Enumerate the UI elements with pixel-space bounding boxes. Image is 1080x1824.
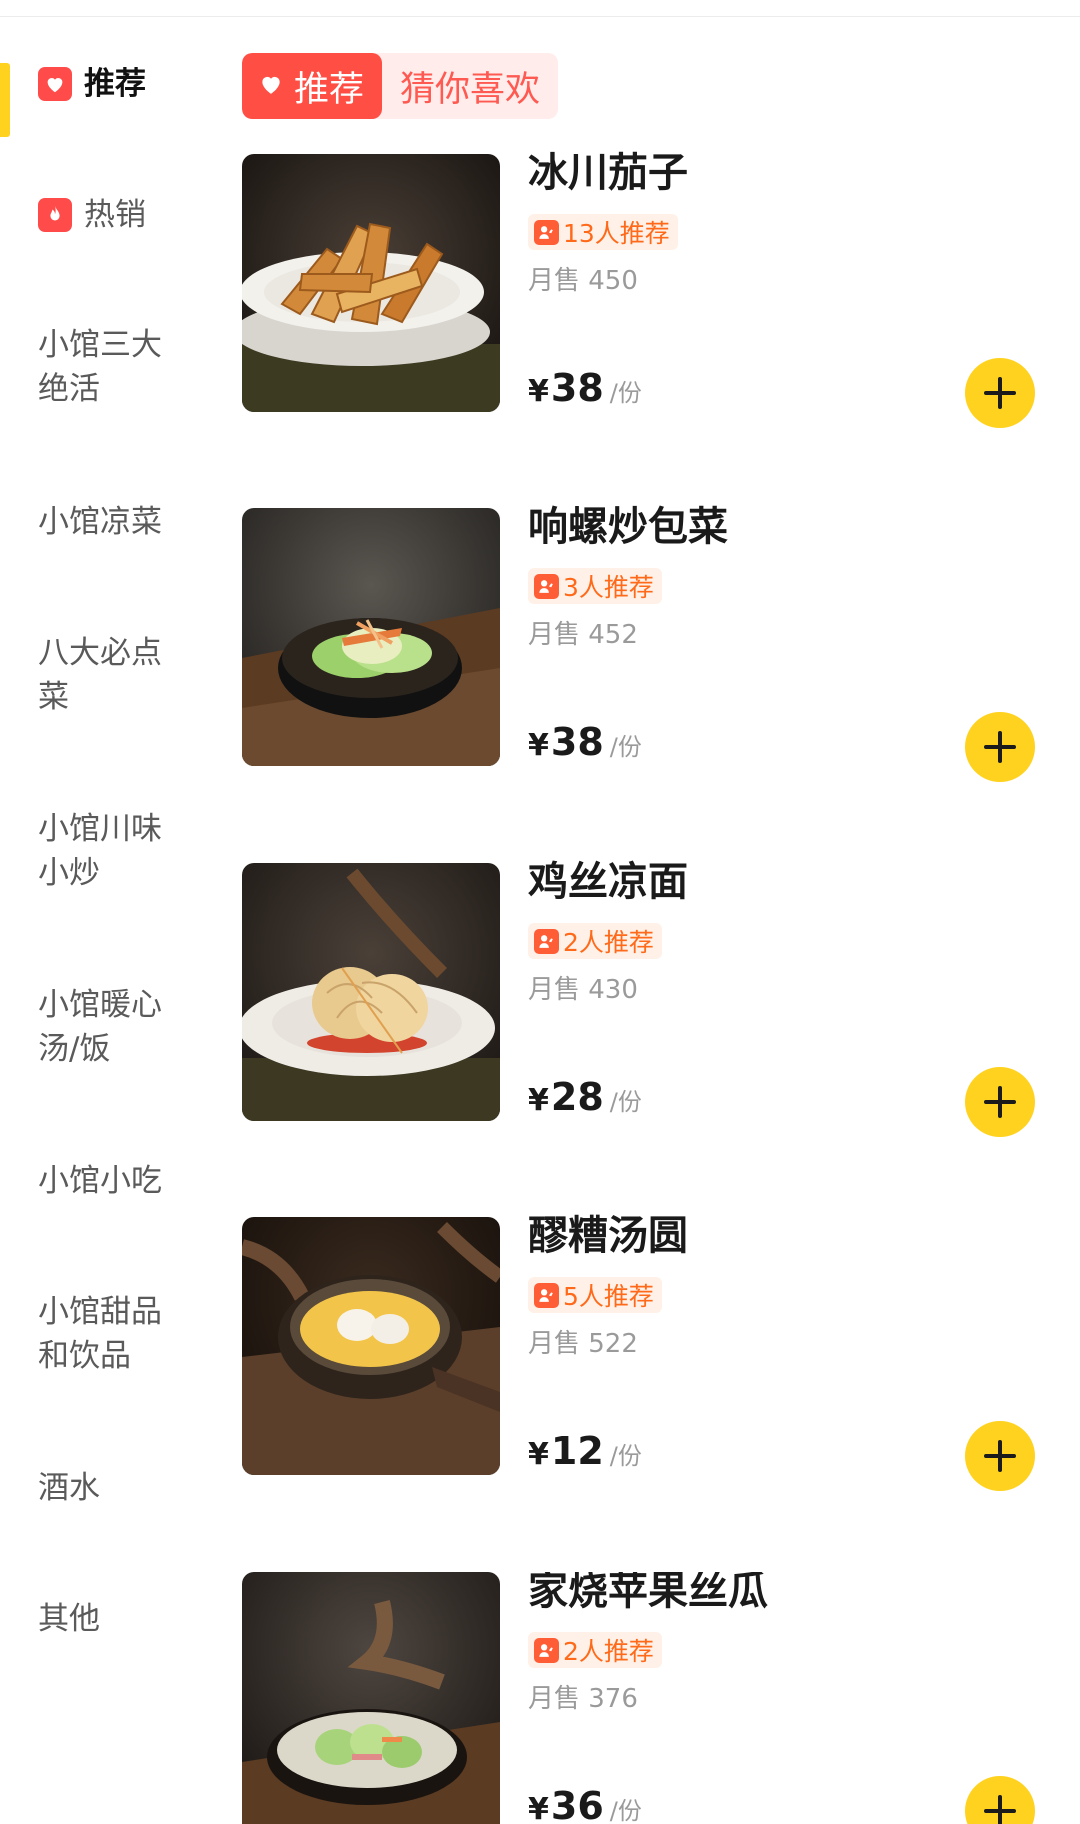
flame-icon bbox=[38, 197, 72, 232]
price: ¥ 12 /份 bbox=[528, 1429, 642, 1473]
heart-icon bbox=[258, 66, 284, 106]
monthly-sales: 月售 450 bbox=[528, 266, 638, 296]
menu-item[interactable]: 冰川茄子 13人推荐 月售 450 ¥ 38 /份 bbox=[242, 150, 1042, 428]
category-sichuan-stirfry[interactable]: 小馆川味 小炒 bbox=[38, 807, 188, 895]
category-label: 酒水 bbox=[38, 1470, 100, 1506]
recommend-text: 2人推荐 bbox=[563, 928, 654, 957]
sub-tabs: 推荐 猜你喜欢 bbox=[242, 53, 559, 119]
menu-item[interactable]: 鸡丝凉面 2人推荐 月售 430 ¥ 28 /份 bbox=[242, 859, 1042, 1137]
thumbs-up-icon bbox=[534, 1637, 559, 1663]
add-to-cart-button[interactable] bbox=[965, 712, 1035, 782]
recommend-text: 5人推荐 bbox=[563, 1282, 654, 1311]
category-hot[interactable]: 热销 bbox=[38, 191, 188, 237]
add-to-cart-button[interactable] bbox=[965, 1776, 1035, 1824]
category-cold-dishes[interactable]: 小馆凉菜 bbox=[38, 500, 188, 544]
category-must-order[interactable]: 八大必点 菜 bbox=[38, 631, 188, 719]
dish-name: 响螺炒包菜 bbox=[528, 504, 728, 550]
recommend-badge: 3人推荐 bbox=[528, 568, 662, 604]
category-label-line2: 小炒 bbox=[38, 855, 100, 891]
dish-photo bbox=[242, 863, 500, 1121]
menu-item[interactable]: 响螺炒包菜 3人推荐 月售 452 ¥ 38 /份 bbox=[242, 504, 1042, 782]
monthly-sales: 月售 376 bbox=[528, 1684, 638, 1714]
tab-label: 推荐 bbox=[294, 69, 365, 110]
recommend-badge: 5人推荐 bbox=[528, 1277, 662, 1313]
price: ¥ 36 /份 bbox=[528, 1784, 642, 1824]
currency-symbol: ¥ bbox=[528, 728, 549, 763]
price: ¥ 38 /份 bbox=[528, 720, 642, 764]
add-to-cart-button[interactable] bbox=[965, 358, 1035, 428]
category-label: 小馆暖心 bbox=[38, 987, 162, 1023]
price-unit: /份 bbox=[609, 1797, 642, 1824]
recommend-badge: 13人推荐 bbox=[528, 214, 678, 250]
dish-name: 鸡丝凉面 bbox=[528, 859, 688, 905]
price-amount: 12 bbox=[550, 1429, 604, 1473]
price-unit: /份 bbox=[609, 1442, 642, 1470]
recommend-text: 3人推荐 bbox=[563, 573, 654, 602]
dish-name: 家烧苹果丝瓜 bbox=[528, 1572, 768, 1614]
category-signature[interactable]: 小馆三大 绝活 bbox=[38, 323, 188, 411]
price-unit: /份 bbox=[609, 733, 642, 761]
category-label-line2: 汤/饭 bbox=[38, 1031, 111, 1067]
thumbs-up-icon bbox=[534, 1282, 559, 1308]
recommend-text: 2人推荐 bbox=[563, 1637, 654, 1666]
add-to-cart-button[interactable] bbox=[965, 1067, 1035, 1137]
menu-item[interactable]: 家烧苹果丝瓜 2人推荐 月售 376 ¥ 36 /份 bbox=[242, 1572, 1042, 1824]
monthly-sales: 月售 452 bbox=[528, 620, 638, 650]
dish-photo bbox=[242, 1572, 500, 1824]
category-desserts-drinks[interactable]: 小馆甜品 和饮品 bbox=[38, 1290, 188, 1378]
category-label: 小馆三大 bbox=[38, 327, 162, 363]
dish-photo bbox=[242, 1217, 500, 1475]
thumbs-up-icon bbox=[534, 573, 559, 599]
active-category-indicator bbox=[0, 63, 10, 137]
dish-photo bbox=[242, 154, 500, 412]
recommend-badge: 2人推荐 bbox=[528, 1632, 662, 1668]
heart-icon bbox=[38, 66, 72, 101]
category-label: 热销 bbox=[84, 196, 146, 233]
recommend-text: 13人推荐 bbox=[563, 219, 670, 248]
monthly-sales: 月售 430 bbox=[528, 975, 638, 1005]
category-recommend[interactable]: 推荐 bbox=[38, 60, 188, 106]
price-amount: 36 bbox=[550, 1784, 604, 1824]
recommend-badge: 2人推荐 bbox=[528, 923, 662, 959]
category-label-line2: 菜 bbox=[38, 679, 69, 715]
tab-recommend[interactable]: 推荐 bbox=[242, 53, 383, 119]
price: ¥ 38 /份 bbox=[528, 366, 642, 410]
category-snacks[interactable]: 小馆小吃 bbox=[38, 1159, 188, 1203]
price-unit: /份 bbox=[609, 379, 642, 407]
tab-guess-you-like[interactable]: 猜你喜欢 bbox=[382, 53, 558, 119]
category-label-line2: 绝活 bbox=[38, 371, 100, 407]
category-sidebar: 推荐 热销 小馆三大 绝活 小馆凉菜 八大必点 菜 小馆川味 小炒 小馆暖心 汤… bbox=[0, 17, 210, 1824]
monthly-sales: 月售 522 bbox=[528, 1329, 638, 1359]
category-label: 八大必点 bbox=[38, 635, 162, 671]
price-amount: 28 bbox=[550, 1075, 604, 1119]
dish-name: 冰川茄子 bbox=[528, 150, 688, 196]
currency-symbol: ¥ bbox=[528, 1792, 549, 1824]
price-amount: 38 bbox=[550, 720, 604, 764]
category-label-line2: 和饮品 bbox=[38, 1338, 131, 1374]
category-label: 小馆小吃 bbox=[38, 1163, 162, 1199]
price-unit: /份 bbox=[609, 1088, 642, 1116]
category-label: 小馆凉菜 bbox=[38, 504, 162, 540]
add-to-cart-button[interactable] bbox=[965, 1421, 1035, 1491]
thumbs-up-icon bbox=[534, 928, 559, 954]
currency-symbol: ¥ bbox=[528, 1437, 549, 1472]
category-label: 推荐 bbox=[84, 65, 146, 102]
tab-label: 猜你喜欢 bbox=[400, 69, 541, 110]
thumbs-up-icon bbox=[534, 219, 559, 245]
currency-symbol: ¥ bbox=[528, 1083, 549, 1118]
menu-item[interactable]: 醪糟汤圆 5人推荐 月售 522 ¥ 12 /份 bbox=[242, 1213, 1042, 1491]
category-soup-rice[interactable]: 小馆暖心 汤/饭 bbox=[38, 983, 188, 1071]
dish-name: 醪糟汤圆 bbox=[528, 1213, 688, 1259]
category-label: 小馆甜品 bbox=[38, 1294, 162, 1330]
currency-symbol: ¥ bbox=[528, 374, 549, 409]
price-amount: 38 bbox=[550, 366, 604, 410]
dish-photo bbox=[242, 508, 500, 766]
category-other[interactable]: 其他 bbox=[38, 1597, 188, 1641]
category-beverages[interactable]: 酒水 bbox=[38, 1466, 188, 1510]
category-label: 其他 bbox=[38, 1601, 100, 1637]
category-label: 小馆川味 bbox=[38, 811, 162, 847]
price: ¥ 28 /份 bbox=[528, 1075, 642, 1119]
